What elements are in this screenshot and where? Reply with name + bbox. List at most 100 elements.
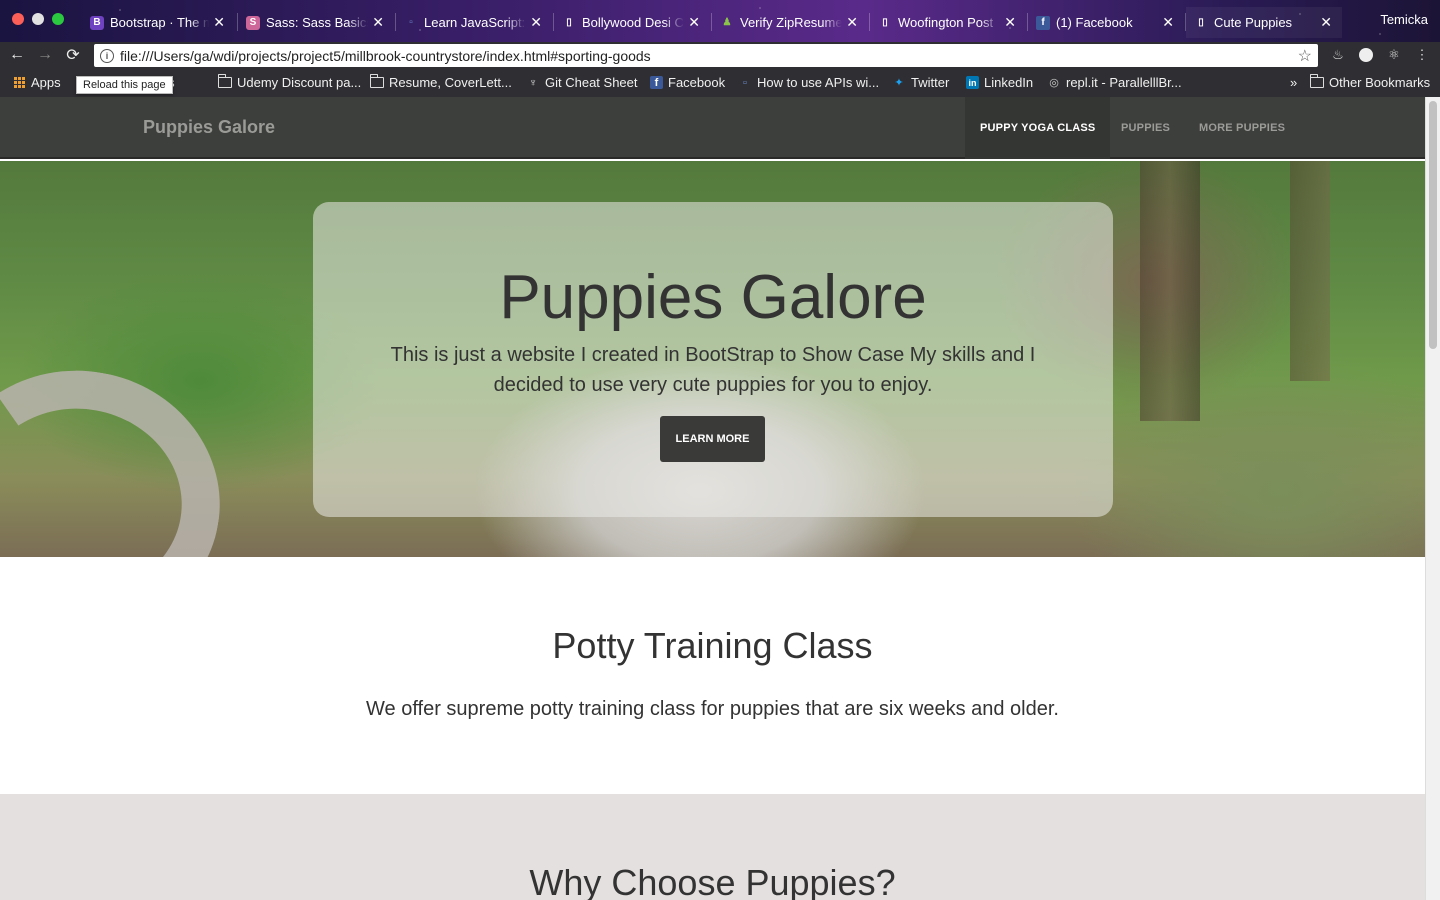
linkedin-icon: in: [966, 76, 979, 89]
bookmark-folder-udemy[interactable]: Udemy Discount pa...: [218, 74, 362, 90]
tab-title: Bootstrap · The most popular: [110, 15, 210, 30]
tab-cute-puppies[interactable]: ▯ Cute Puppies ✕: [1186, 7, 1342, 38]
bookmark-label: Udemy Discount pa...: [237, 75, 362, 90]
bookmark-star-icon[interactable]: ☆: [1298, 46, 1312, 66]
facebook-favicon-icon: f: [1036, 15, 1050, 30]
extension-circle-icon[interactable]: [1358, 47, 1374, 63]
back-button[interactable]: ←: [6, 44, 28, 66]
nav-link-puppy-yoga-class[interactable]: PUPPY YOGA CLASS: [965, 97, 1111, 159]
tab-zipresume[interactable]: ♟ Verify ZipResume ✕: [712, 7, 868, 38]
close-window-button[interactable]: [12, 13, 24, 25]
hero-background-image: [0, 348, 241, 557]
nav-link-puppies[interactable]: PUPPIES: [1106, 97, 1185, 159]
codecademy-favicon-icon: ▫: [409, 17, 413, 28]
hero-title: Puppies Galore: [499, 263, 927, 332]
extension-owl-icon[interactable]: ♨: [1330, 47, 1346, 63]
bookmark-other-bookmarks[interactable]: Other Bookmarks: [1310, 74, 1431, 90]
bookmark-label: Git Cheat Sheet: [545, 75, 638, 90]
bootstrap-favicon-icon: B: [90, 15, 104, 30]
tab-close-icon[interactable]: ✕: [1162, 14, 1174, 31]
bookmark-label: How to use APIs wi...: [757, 75, 880, 90]
potty-heading: Potty Training Class: [552, 625, 873, 666]
bookmark-folder-resume[interactable]: Resume, CoverLett...: [370, 74, 512, 90]
tab-facebook[interactable]: f (1) Facebook ✕: [1028, 7, 1184, 38]
learn-more-button[interactable]: LEARN MORE: [660, 416, 765, 462]
tab-close-icon[interactable]: ✕: [530, 14, 542, 31]
bookmark-label: Resume, CoverLett...: [389, 75, 512, 90]
bookmark-label: Other Bookmarks: [1329, 75, 1431, 90]
tab-title: Verify ZipResume: [740, 15, 843, 30]
tab-learn-javascript[interactable]: ▫ Learn JavaScript: ✕: [396, 7, 552, 38]
tab-close-icon[interactable]: ✕: [688, 14, 700, 31]
forward-button[interactable]: →: [34, 44, 56, 66]
browser-tab-strip: B Bootstrap · The most popular ✕ S Sass:…: [0, 0, 1440, 42]
replit-icon: ◎: [1049, 77, 1059, 89]
folder-icon: [370, 74, 384, 89]
facebook-icon: f: [650, 76, 663, 89]
why-choose-section: Why Choose Puppies?: [0, 794, 1425, 900]
tab-title: Sass: Sass Basics: [266, 15, 369, 30]
page-favicon-icon: ▯: [1198, 17, 1204, 28]
extension-react-icon[interactable]: ⚛: [1386, 47, 1402, 63]
git-icon: ♆: [528, 76, 538, 89]
why-heading: Why Choose Puppies?: [529, 862, 896, 900]
bookmarks-overflow-button[interactable]: »: [1290, 75, 1297, 90]
tab-woofington[interactable]: ▯ Woofington Post ✕: [870, 7, 1026, 38]
tab-close-icon[interactable]: ✕: [1004, 14, 1016, 31]
hero-section: Puppies Galore This is just a website I …: [0, 161, 1425, 557]
menu-kebab-icon[interactable]: ⋮: [1414, 47, 1430, 63]
overflow-chevron-icon: »: [1290, 75, 1298, 90]
tab-title: Learn JavaScript:: [424, 15, 526, 30]
hero-background-image: [1140, 161, 1200, 421]
bookmark-label: Twitter: [911, 75, 950, 90]
reload-tooltip: Reload this page: [76, 76, 173, 94]
bookmark-apps[interactable]: Apps: [12, 75, 61, 90]
site-navbar: Puppies Galore PUPPY YOGA CLASS PUPPIES …: [0, 97, 1425, 159]
potty-training-section: Potty Training Class We offer supreme po…: [0, 557, 1425, 794]
maximize-window-button[interactable]: [52, 13, 64, 25]
tab-bollywood[interactable]: ▯ Bollywood Desi Cl ✕: [554, 7, 710, 38]
bookmark-twitter[interactable]: ✦ Twitter: [892, 75, 949, 90]
folder-icon: [218, 74, 232, 89]
browser-toolbar: ← → ⟳ i ☆ ♨ ⚛ ⋮: [0, 42, 1440, 69]
site-brand[interactable]: Puppies Galore: [143, 117, 275, 138]
info-icon[interactable]: i: [100, 48, 114, 63]
page-favicon-icon: ▯: [566, 17, 572, 28]
page-viewport: Puppies Galore PUPPY YOGA CLASS PUPPIES …: [0, 97, 1425, 900]
tab-title: Bollywood Desi Cl: [582, 15, 685, 30]
scrollbar-thumb[interactable]: [1429, 101, 1437, 349]
reload-button[interactable]: ⟳: [62, 44, 84, 66]
nav-link-more-puppies[interactable]: MORE PUPPIES: [1184, 97, 1300, 159]
potty-text: We offer supreme potty training class fo…: [366, 698, 1059, 720]
sass-favicon-icon: S: [246, 15, 260, 30]
tab-bootstrap[interactable]: B Bootstrap · The most popular ✕: [82, 7, 235, 38]
page-scrollbar[interactable]: [1425, 97, 1440, 900]
bookmark-label: LinkedIn: [984, 75, 1034, 90]
tab-close-icon[interactable]: ✕: [846, 14, 858, 31]
bookmark-facebook[interactable]: f Facebook: [650, 75, 725, 90]
bookmark-git-cheat-sheet[interactable]: ♆ Git Cheat Sheet: [526, 75, 638, 90]
bookmark-linkedin[interactable]: in LinkedIn: [966, 75, 1033, 90]
tab-title: Cute Puppies: [1214, 15, 1293, 30]
tab-sass[interactable]: S Sass: Sass Basics ✕: [238, 7, 394, 38]
tab-close-icon[interactable]: ✕: [1320, 14, 1332, 31]
bookmarks-bar: Apps utes Udemy Discount pa... Resume, C…: [0, 69, 1440, 97]
twitter-icon: ✦: [894, 77, 904, 89]
bookmark-apis[interactable]: ▫ How to use APIs wi...: [738, 75, 879, 90]
bookmark-label: repl.it - ParallelllBr...: [1066, 75, 1182, 90]
page-icon: ▫: [743, 76, 747, 89]
address-bar[interactable]: i ☆: [94, 44, 1318, 67]
tab-close-icon[interactable]: ✕: [372, 14, 384, 31]
hero-jumbotron: Puppies Galore This is just a website I …: [313, 202, 1113, 517]
minimize-window-button[interactable]: [32, 13, 44, 25]
bookmark-label: Facebook: [668, 75, 726, 90]
bookmark-label: Apps: [31, 75, 61, 90]
hero-text: This is just a website I created in Boot…: [390, 344, 1036, 396]
apps-grid-icon: [12, 77, 26, 89]
ziprecruiter-favicon-icon: ♟: [722, 17, 732, 28]
profile-name[interactable]: Temicka: [1380, 12, 1428, 27]
bookmark-replit[interactable]: ◎ repl.it - ParallelllBr...: [1047, 75, 1182, 90]
address-input[interactable]: [120, 47, 1298, 64]
tab-close-icon[interactable]: ✕: [213, 14, 225, 31]
tab-title: Woofington Post: [898, 15, 994, 30]
